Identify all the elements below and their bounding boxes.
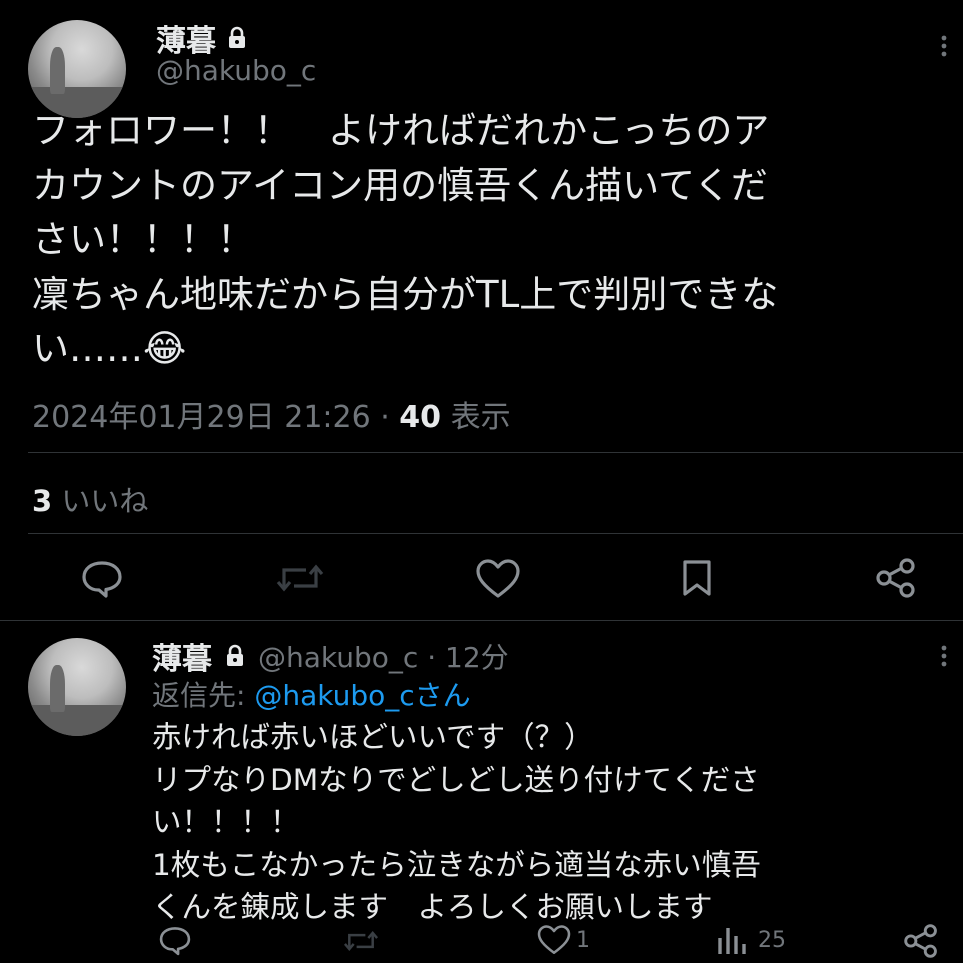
handle[interactable]: @hakubo_c xyxy=(156,54,316,87)
heart-icon[interactable] xyxy=(474,558,522,600)
reply-like-count: 1 xyxy=(576,927,590,953)
reply-avatar[interactable] xyxy=(28,638,126,736)
heart-icon xyxy=(536,924,572,956)
share-icon[interactable] xyxy=(902,924,940,958)
timestamp[interactable]: 2024年01月29日 21:26 xyxy=(32,400,371,435)
divider xyxy=(28,533,963,534)
divider xyxy=(28,452,963,453)
thread-divider xyxy=(0,620,963,621)
like-label: いいね xyxy=(52,484,149,518)
like-stats[interactable]: 3 いいね xyxy=(32,478,148,520)
reply-to-prefix: 返信先: xyxy=(152,679,255,712)
reply-views-button[interactable]: 25 xyxy=(716,924,786,956)
meta-separator: · xyxy=(370,400,400,435)
bookmark-icon[interactable] xyxy=(680,558,714,598)
more-icon[interactable] xyxy=(940,644,948,673)
reply-display-name[interactable]: 薄暮 xyxy=(152,634,212,678)
retweet-icon[interactable] xyxy=(342,926,380,956)
lock-icon xyxy=(226,26,248,50)
reply-like-button[interactable]: 1 xyxy=(536,924,590,956)
reply-to-handle[interactable]: @hakubo_cさん xyxy=(254,679,470,712)
reply-text: 赤ければ赤いほどいいです（？） リプなりDMなりでどしどし送り付けてくださ い！… xyxy=(152,720,761,924)
more-icon[interactable] xyxy=(940,34,948,63)
analytics-icon xyxy=(716,924,750,956)
reply-author-header: 薄暮 @hakubo_c · 12分 xyxy=(152,634,509,678)
share-icon[interactable] xyxy=(874,558,918,598)
reply-view-count: 25 xyxy=(758,927,786,953)
like-count: 3 xyxy=(32,484,53,518)
tweet-text: フォロワー！！ よければだれかこっちのア カウントのアイコン用の慎吾くん描いてく… xyxy=(32,109,779,370)
tweet-meta: 2024年01月29日 21:26 · 40 表示 xyxy=(32,392,511,436)
lock-icon xyxy=(224,644,246,668)
view-count: 40 xyxy=(399,400,442,435)
reply-to-line: 返信先: @hakubo_cさん xyxy=(152,674,471,714)
retweet-icon[interactable] xyxy=(274,558,326,598)
reply-handle-time[interactable]: @hakubo_c · 12分 xyxy=(258,636,509,676)
reply-icon[interactable] xyxy=(80,558,124,598)
reply-icon[interactable] xyxy=(158,924,192,956)
view-label: 表示 xyxy=(441,400,511,435)
